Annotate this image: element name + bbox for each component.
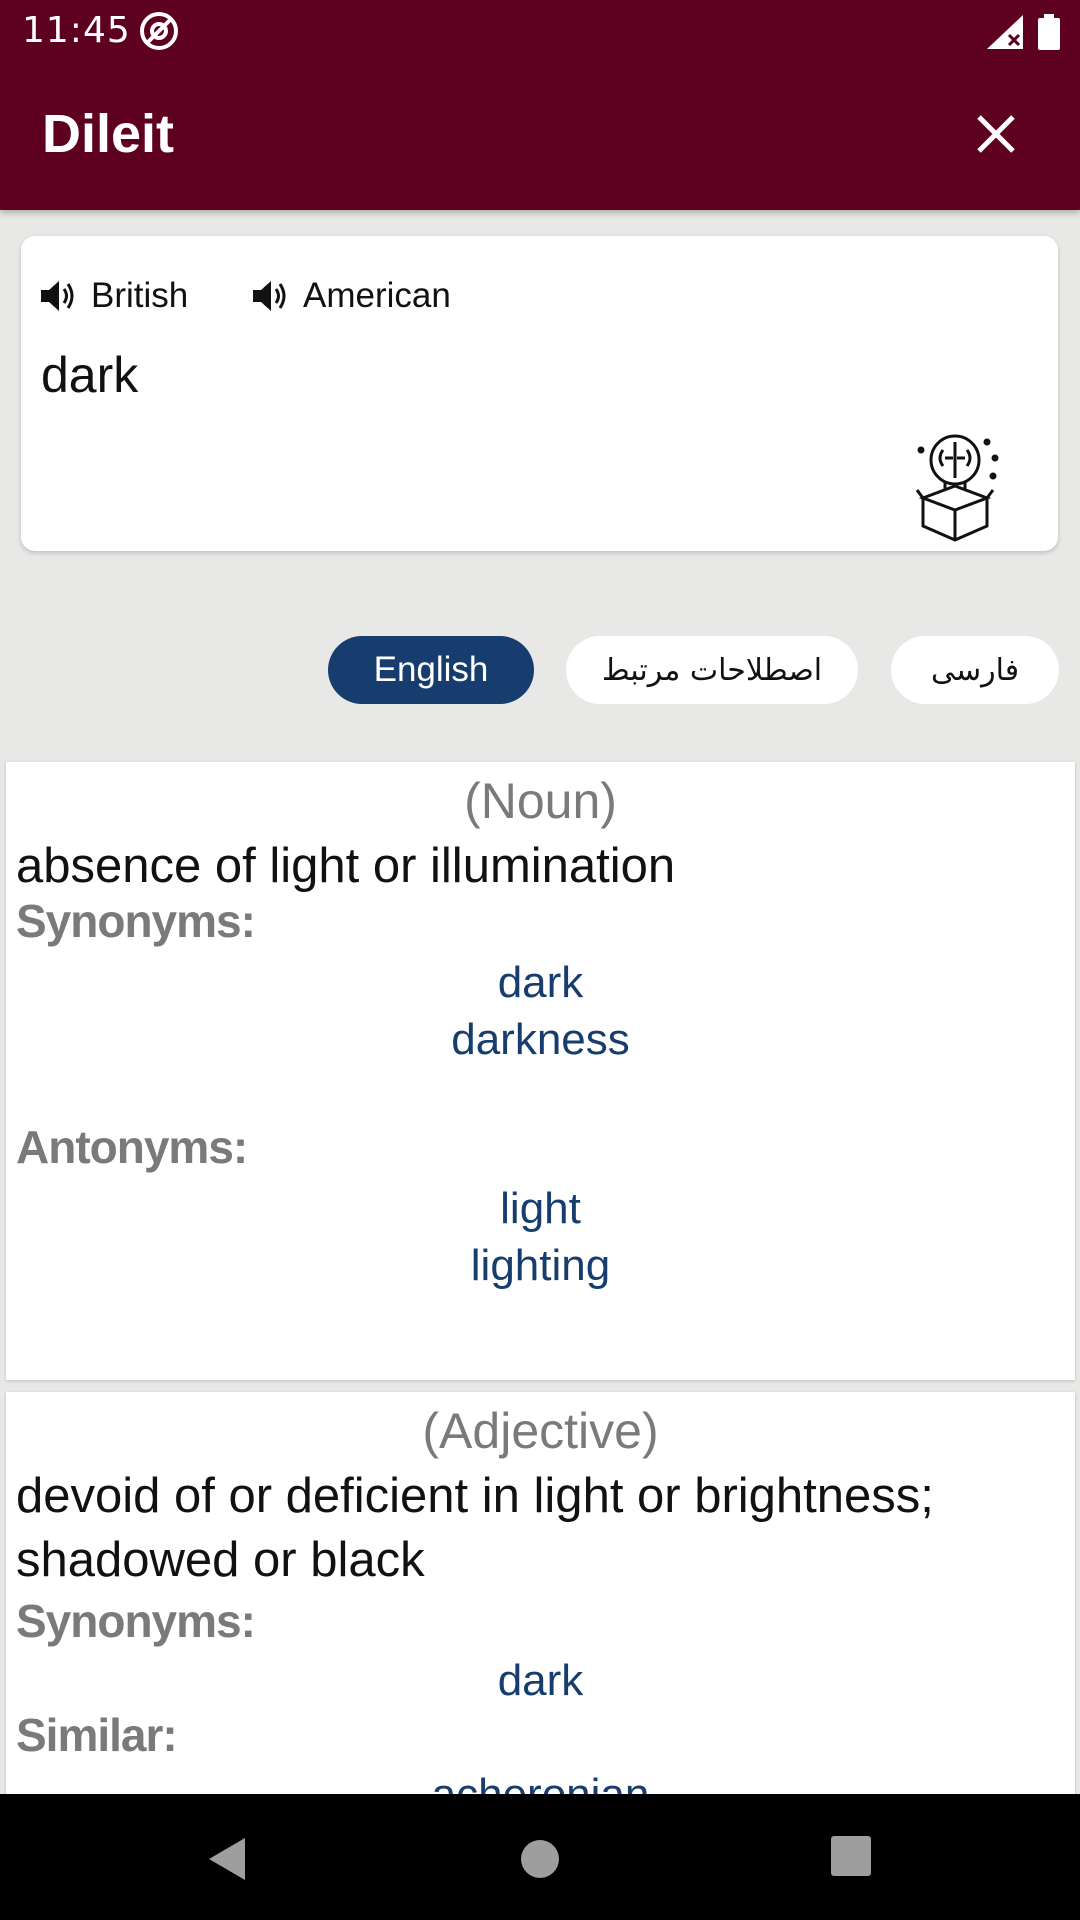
pronounce-british-label: British	[91, 276, 189, 315]
app-bar: Dileit	[0, 63, 1080, 210]
pronounce-american-button[interactable]: American	[251, 274, 451, 318]
synonym-link[interactable]: darkness	[6, 1015, 1075, 1065]
headword: dark	[41, 347, 139, 403]
home-icon[interactable]	[520, 1839, 560, 1879]
synonyms-label: Synonyms:	[16, 895, 256, 947]
part-of-speech: (Adjective)	[422, 1403, 659, 1459]
definition-card-noun: (Noun) absence of light or illumination …	[6, 762, 1075, 1380]
speaker-icon	[253, 281, 286, 311]
definition-text: absence of light or illumination	[16, 839, 676, 893]
close-icon[interactable]	[965, 103, 1027, 165]
status-time: 11:45	[22, 10, 131, 51]
pronounce-american-label: American	[303, 276, 451, 315]
tab-english[interactable]: English	[328, 636, 534, 704]
status-bar: 11:45	[0, 0, 1080, 63]
speaker-icon	[41, 281, 74, 311]
battery-icon	[1038, 14, 1060, 50]
tab-persian[interactable]: فارسی	[891, 636, 1059, 704]
brain-bulb-icon[interactable]	[913, 428, 1005, 542]
similar-label: Similar:	[16, 1709, 178, 1761]
tab-related-idioms[interactable]: اصطلاحات مرتبط	[566, 636, 858, 704]
word-card: British American dark	[21, 236, 1058, 551]
app-title: Dileit	[42, 104, 175, 164]
back-icon[interactable]	[205, 1834, 251, 1884]
synonym-link[interactable]: dark	[6, 1656, 1075, 1706]
definition-text: devoid of or deficient in light or brigh…	[16, 1469, 934, 1587]
synonym-link[interactable]: dark	[6, 958, 1075, 1008]
at-sign-icon	[140, 12, 178, 50]
antonym-link[interactable]: lighting	[6, 1241, 1075, 1291]
part-of-speech: (Noun)	[464, 773, 617, 829]
system-nav-bar	[0, 1794, 1080, 1920]
antonyms-label: Antonyms:	[16, 1121, 248, 1173]
recents-icon[interactable]	[831, 1836, 871, 1876]
pronounce-british-button[interactable]: British	[39, 274, 188, 318]
signal-icon	[987, 15, 1023, 49]
definition-card-adjective: (Adjective) devoid of or deficient in li…	[6, 1392, 1075, 1812]
antonym-link[interactable]: light	[6, 1184, 1075, 1234]
synonyms-label: Synonyms:	[16, 1595, 256, 1647]
